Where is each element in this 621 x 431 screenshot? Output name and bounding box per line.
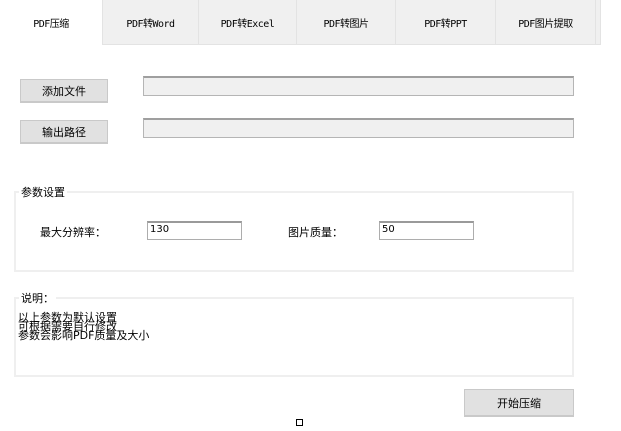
add-file-button[interactable]: 添加文件 [20,79,108,103]
notes-group-title: 说明： [19,290,56,306]
image-quality-label: 图片质量： [288,226,343,239]
max-resolution-label: 最大分辨率： [40,226,106,239]
tab-pdf-to-word[interactable]: PDF转Word [102,0,199,45]
tab-pdf-to-ppt[interactable]: PDF转PPT [395,0,496,45]
notes-line: 参数会影响PDF质量及大小 [18,329,150,342]
tab-pdf-to-excel[interactable]: PDF转Excel [198,0,297,45]
notes-text: 以上参数为默认设置 可根据需要自行修改 参数会影响PDF质量及大小 [18,312,150,342]
output-path-input[interactable] [143,118,574,138]
output-path-button[interactable]: 输出路径 [20,120,108,144]
tab-overflow [595,0,601,45]
tab-pdf-to-image[interactable]: PDF转图片 [296,0,396,45]
tab-pdf-compress[interactable]: PDF压缩 [0,0,102,45]
max-resolution-input[interactable]: 130 [147,221,242,240]
image-quality-input[interactable]: 50 [379,221,474,240]
focus-square-icon [296,419,303,426]
start-compress-button[interactable]: 开始压缩 [464,389,574,417]
file-path-input[interactable] [143,76,574,96]
tab-pdf-image-extract[interactable]: PDF图片提取 [495,0,596,45]
params-group-title: 参数设置 [19,184,67,200]
